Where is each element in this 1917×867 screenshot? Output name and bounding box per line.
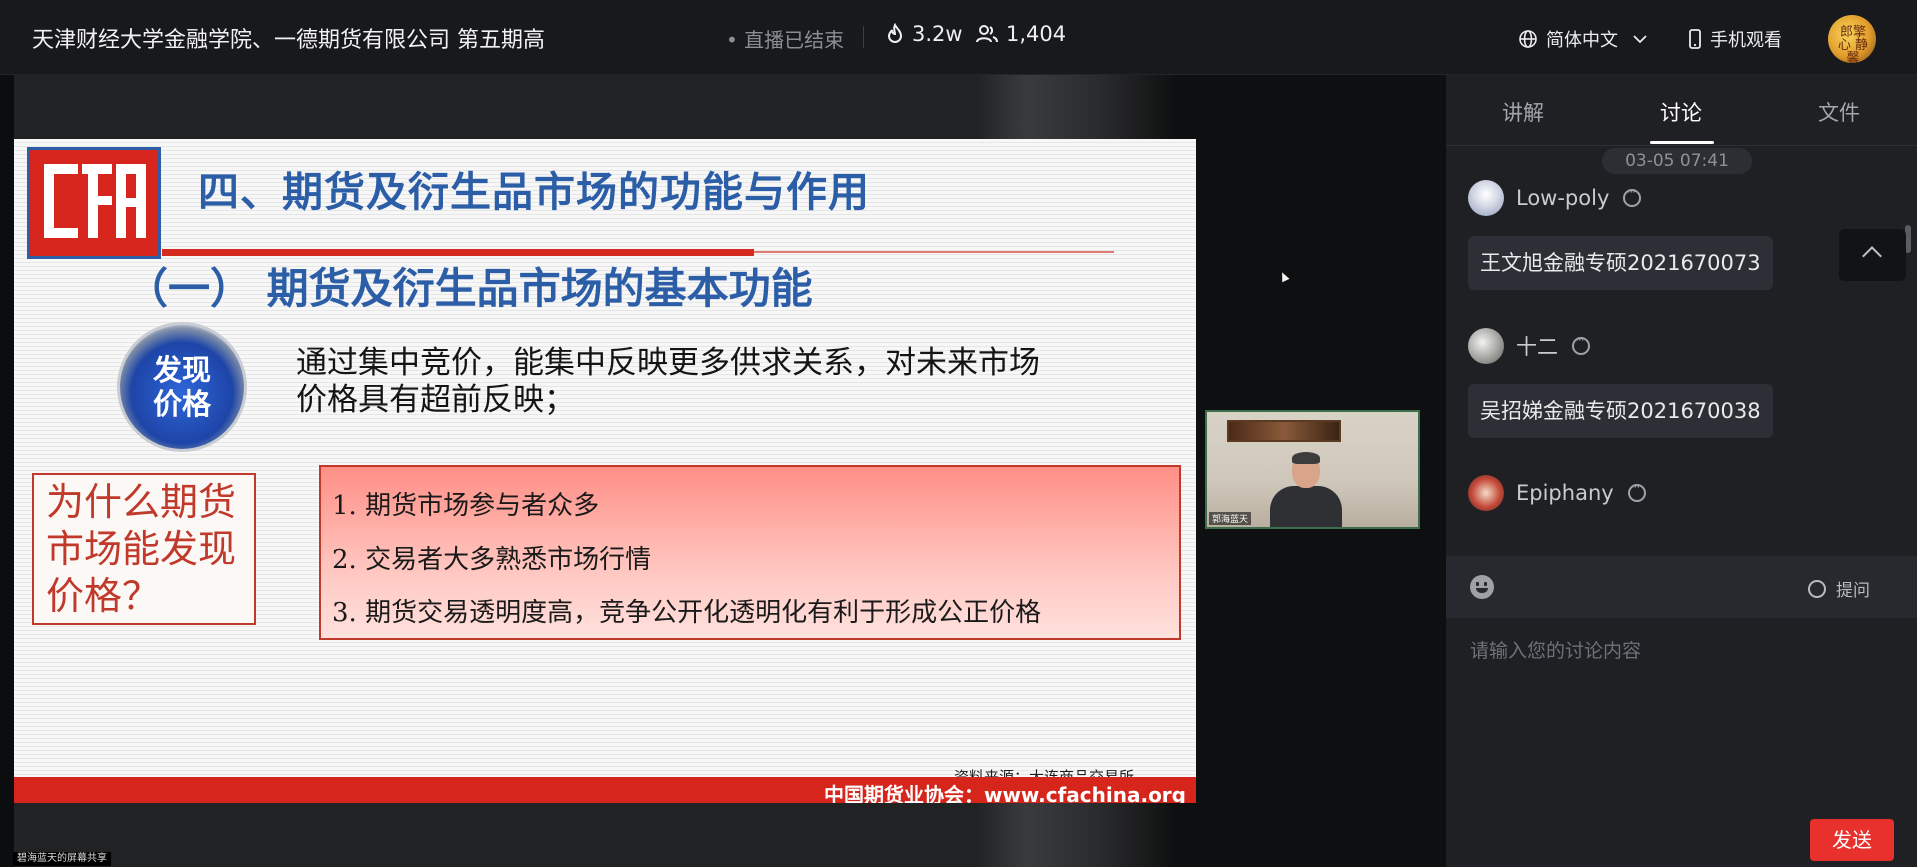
- slide-subheading: （一） 期货及衍生品市场的基本功能: [126, 264, 813, 313]
- side-panel: 讲解 讨论 文件 03-05 07:41 Low-poly 王文旭金融专硕202…: [1446, 75, 1917, 867]
- more-options-icon[interactable]: [1627, 480, 1646, 502]
- question-box: 为什么期货 市场能发现 价格？: [32, 473, 256, 625]
- panel-tabs: 讲解 讨论 文件: [1446, 75, 1917, 146]
- course-title: 天津财经大学金融学院、一德期货有限公司 第五期高: [32, 28, 545, 53]
- question-line-3: 价格？: [46, 574, 161, 618]
- reason-item: 1. 期货市场参与者众多: [332, 491, 600, 521]
- active-tab-indicator: [1650, 141, 1714, 144]
- cfa-logo: [27, 147, 161, 259]
- input-placeholder: 请输入您的讨论内容: [1470, 640, 1642, 662]
- avatar[interactable]: [1468, 328, 1504, 364]
- avatar[interactable]: [1468, 475, 1504, 511]
- divider: [863, 26, 864, 48]
- ask-question-toggle[interactable]: 提问: [1808, 576, 1870, 601]
- badge-line-2: 价格: [152, 387, 211, 421]
- message-author-row: Epiphany: [1468, 475, 1646, 511]
- emoji-icon[interactable]: [1470, 575, 1494, 599]
- message-bubble: 王文旭金融专硕2021670073: [1468, 236, 1773, 290]
- more-options-icon[interactable]: [1623, 185, 1642, 207]
- ask-label: 提问: [1836, 581, 1870, 601]
- message-author-row: 十二: [1468, 328, 1590, 364]
- input-toolbar: 提问: [1446, 556, 1917, 618]
- wall-painting: [1227, 420, 1341, 442]
- language-selector[interactable]: 简体中文: [1518, 26, 1648, 52]
- views-stat: 3.2w: [885, 22, 963, 46]
- globe-icon: [1519, 30, 1537, 48]
- discussion-input[interactable]: 请输入您的讨论内容 发送: [1446, 618, 1917, 867]
- reason-item: 3. 期货交易透明度高，竞争公开化透明化有利于形成公正价格: [332, 598, 1042, 628]
- body-line-2: 价格具有超前反映；: [296, 382, 575, 418]
- author-name: Epiphany: [1516, 481, 1614, 505]
- presentation-slide: 四、期货及衍生品市场的功能与作用 （一） 期货及衍生品市场的基本功能 发现 价格…: [14, 139, 1196, 803]
- chevron-down-icon: [1633, 35, 1647, 44]
- question-line-1: 为什么期货: [46, 480, 237, 524]
- users-icon: [976, 25, 998, 43]
- body-line-1: 通过集中竞价，能集中反映更多供求关系，对未来市场: [296, 345, 1040, 381]
- send-button[interactable]: 发送: [1810, 819, 1894, 861]
- badge-line-1: 发现: [152, 353, 211, 387]
- discussion-feed[interactable]: 03-05 07:41 Low-poly 王文旭金融专硕2021670073 十…: [1446, 146, 1917, 626]
- question-line-2: 市场能发现: [46, 527, 237, 571]
- slide-footer: 中国期货业协会：www.cfachina.org: [14, 777, 1196, 803]
- viewers-stat: 1,404: [975, 22, 1066, 46]
- slide-heading: 四、期货及衍生品市场的功能与作用: [198, 168, 870, 216]
- views-count: 3.2w: [912, 22, 963, 46]
- speaker-webcam[interactable]: 郭海蓝天: [1205, 410, 1420, 529]
- cfa-logo-mark: [44, 164, 146, 238]
- slide-body: 通过集中竞价，能集中反映更多供求关系，对未来市场 价格具有超前反映；: [296, 345, 1116, 419]
- tab-lecture[interactable]: 讲解: [1502, 97, 1544, 127]
- speaker-figure: [1270, 452, 1342, 527]
- viewers-count: 1,404: [1006, 22, 1067, 46]
- avatar[interactable]: [1468, 180, 1504, 216]
- author-name: Low-poly: [1516, 186, 1610, 210]
- phone-icon: [1689, 29, 1701, 49]
- avatar-text: 郎擎心 静馨: [1837, 25, 1869, 63]
- webcam-name-tag: 郭海蓝天: [1209, 512, 1252, 525]
- user-avatar[interactable]: 郎擎心 静馨: [1828, 15, 1876, 63]
- top-bar: 天津财经大学金融学院、一德期货有限公司 第五期高 • 直播已结束 3.2w 1,…: [0, 0, 1917, 75]
- scroll-to-top-button[interactable]: [1839, 229, 1906, 281]
- live-status: • 直播已结束: [726, 28, 845, 52]
- chevron-up-icon: [1862, 246, 1882, 266]
- message-bubble: 吴招娣金融专硕2021670038: [1468, 384, 1773, 438]
- price-discovery-badge: 发现 价格: [120, 325, 244, 449]
- message-author-row: Low-poly: [1468, 180, 1642, 216]
- more-options-icon[interactable]: [1572, 333, 1590, 355]
- footer-text: 中国期货业协会：www.cfachina.org: [823, 783, 1186, 803]
- radio-icon: [1808, 579, 1826, 598]
- tab-files[interactable]: 文件: [1818, 97, 1860, 127]
- mobile-watch-button[interactable]: 手机观看: [1688, 26, 1782, 52]
- author-name: 十二: [1516, 335, 1558, 359]
- heading-rule-thin: [754, 251, 1114, 253]
- reason-item: 2. 交易者大多熟悉市场行情: [332, 545, 652, 575]
- tab-discussion[interactable]: 讨论: [1660, 97, 1702, 127]
- timestamp-pill: 03-05 07:41: [1602, 148, 1752, 174]
- stage-edge: [0, 75, 14, 867]
- fire-icon: [887, 23, 903, 43]
- screen-share-label: 碧海蓝天的屏幕共享: [13, 852, 111, 866]
- reasons-box: 1. 期货市场参与者众多 2. 交易者大多熟悉市场行情 3. 期货交易透明度高，…: [319, 465, 1181, 640]
- mobile-watch-label: 手机观看: [1710, 30, 1782, 51]
- language-label: 简体中文: [1546, 30, 1618, 51]
